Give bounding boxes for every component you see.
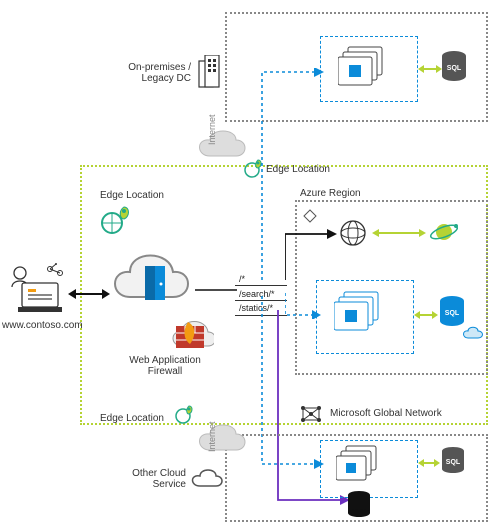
cosmos-icon	[428, 216, 460, 248]
network-mesh-icon	[298, 403, 324, 425]
cloud-icon	[190, 468, 224, 490]
svg-text:SQL: SQL	[447, 65, 462, 72]
building-icon	[195, 55, 223, 89]
firewall-icon	[170, 310, 214, 350]
vm-scaleset-icon	[336, 444, 384, 488]
user-laptop-icon	[6, 263, 68, 319]
internet-cloud-icon	[196, 422, 246, 456]
user-url-label: www.contoso.com	[2, 320, 83, 331]
cloud-door-icon	[105, 242, 195, 312]
route-root: /*	[238, 274, 246, 284]
route-arrow-onprem	[258, 68, 324, 280]
ms-network-label: Microsoft Global Network	[330, 408, 442, 419]
edge-pin-icon	[175, 404, 195, 424]
edge-label-left-bottom: Edge Location	[100, 413, 164, 424]
internet-label-bottom: Internet	[207, 421, 217, 452]
onprem-label: On-premises / Legacy DC	[113, 62, 191, 84]
database-icon	[346, 490, 372, 520]
other-cloud-label: Other Cloud Service	[116, 468, 186, 490]
route-underline	[235, 285, 287, 286]
arrow-vm-sql-other	[418, 458, 440, 468]
vm-scaleset-icon	[338, 45, 390, 93]
internet-cloud-icon	[196, 128, 246, 162]
svg-text:SQL: SQL	[446, 459, 461, 466]
edge-pin-icon	[100, 205, 134, 235]
sql-database-icon: SQL	[438, 295, 466, 329]
waf-label: Web Application Firewall	[115, 355, 215, 377]
svg-text:SQL: SQL	[445, 310, 460, 317]
sql-database-icon: SQL	[440, 446, 466, 476]
arrow-globe-cosmos	[372, 228, 426, 238]
edge-label-left-top: Edge Location	[100, 190, 164, 201]
cloud-icon	[462, 326, 484, 340]
link-cloud-routes	[195, 288, 237, 292]
arrow-vm-sql-onprem	[418, 64, 442, 74]
internet-label-top: Internet	[207, 114, 217, 145]
arrow-user-cloud	[68, 288, 110, 300]
sql-database-icon: SQL	[440, 50, 468, 84]
globe-icon	[338, 218, 368, 248]
arrow-vm-sql-azure	[414, 310, 438, 320]
